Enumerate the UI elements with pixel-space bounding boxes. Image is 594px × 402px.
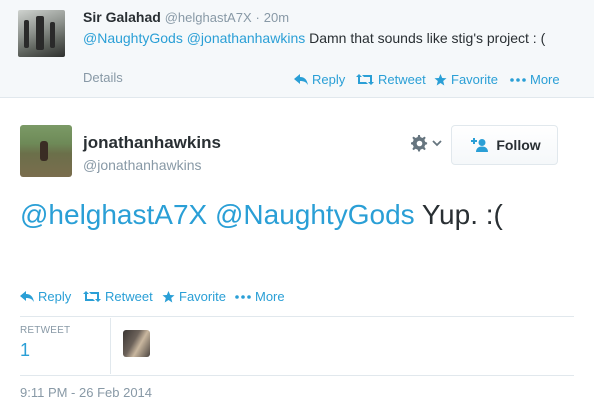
favorite-button[interactable]: Favorite (434, 72, 498, 87)
favorite-icon (434, 73, 447, 85)
more-label: More (530, 72, 560, 87)
follow-label: Follow (496, 137, 541, 153)
user-name[interactable]: jonathanhawkins (83, 133, 221, 153)
parent-tweet: Sir Galahad @helghastA7X · 20m @NaughtyG… (0, 0, 594, 98)
mention-link[interactable]: @jonathanhawkins (187, 30, 306, 46)
retweet-button[interactable]: Retweet (356, 72, 426, 87)
favorite-label: Favorite (451, 72, 498, 87)
tweet-header: Sir Galahad @helghastA7X · 20m (83, 9, 289, 25)
follow-button[interactable]: Follow (451, 125, 558, 165)
tweet-body: Damn that sounds like stig's project : ( (305, 30, 546, 46)
favorite-button[interactable]: Favorite (162, 289, 226, 304)
gear-icon (411, 135, 428, 152)
tweet-body: Yup. :( (414, 199, 503, 230)
more-icon (510, 77, 526, 82)
avatar[interactable] (18, 10, 65, 57)
chevron-down-icon (432, 140, 442, 147)
retweeter-avatar[interactable] (123, 330, 150, 357)
reply-icon (294, 74, 308, 85)
retweet-label: Retweet (378, 72, 426, 87)
retweet-icon (83, 291, 101, 302)
more-icon (235, 294, 251, 299)
more-label: More (255, 289, 285, 304)
tweet-time[interactable]: 20m (264, 10, 289, 25)
divider (20, 375, 574, 376)
retweet-count[interactable]: 1 (20, 340, 30, 361)
tweet-timestamp: 9:11 PM - 26 Feb 2014 (20, 385, 153, 400)
mention-link[interactable]: @NaughtyGods (83, 30, 183, 46)
retweet-icon (356, 74, 374, 85)
user-actions-dropdown[interactable] (411, 135, 442, 152)
retweet-label: Retweet (105, 289, 153, 304)
reply-icon (20, 291, 34, 302)
user-name[interactable]: Sir Galahad (83, 9, 161, 25)
favorite-icon (162, 290, 175, 302)
tweet-text: @helghastA7X @NaughtyGods Yup. :( (20, 196, 580, 234)
avatar-figure (50, 22, 55, 48)
avatar-figure (24, 20, 29, 48)
mention-link[interactable]: @helghastA7X (20, 199, 207, 230)
separator: · (255, 10, 260, 25)
avatar-figure (36, 16, 44, 50)
favorite-label: Favorite (179, 289, 226, 304)
avatar[interactable] (20, 125, 72, 177)
mention-link[interactable]: @NaughtyGods (215, 199, 415, 230)
reply-button[interactable]: Reply (20, 289, 71, 304)
user-handle[interactable]: @helghastA7X (165, 10, 252, 25)
divider (20, 316, 574, 317)
more-button[interactable]: More (510, 72, 560, 87)
reply-label: Reply (312, 72, 346, 87)
user-handle[interactable]: @jonathanhawkins (83, 157, 202, 173)
tweet-text: @NaughtyGods @jonathanhawkins Damn that … (83, 29, 573, 48)
add-person-icon (471, 138, 489, 152)
retweet-stat-label: RETWEET (20, 325, 71, 336)
details-link[interactable]: Details (83, 70, 123, 85)
reply-button[interactable]: Reply (294, 72, 345, 87)
more-button[interactable]: More (235, 289, 285, 304)
reply-label: Reply (38, 289, 72, 304)
divider (110, 318, 111, 374)
avatar-figure (40, 141, 48, 161)
retweet-button[interactable]: Retweet (83, 289, 153, 304)
